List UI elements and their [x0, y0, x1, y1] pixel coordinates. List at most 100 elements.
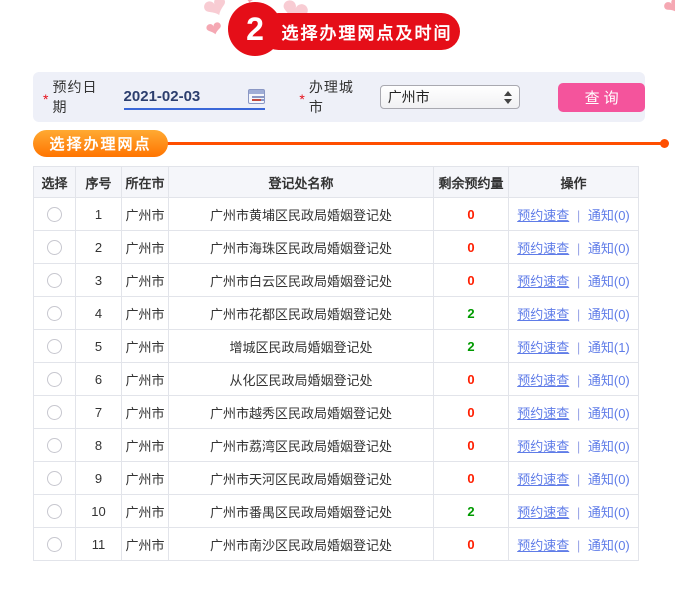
row-city: 广州市 [121, 296, 169, 330]
quick-check-link[interactable]: 预约速查 [517, 208, 569, 223]
date-label: 预约日期 [52, 79, 98, 115]
table-row: 2 广州市 广州市海珠区民政局婚姻登记处 0 预约速查 | 通知(0) [33, 230, 639, 264]
quick-check-link[interactable]: 预约速查 [517, 340, 569, 355]
notice-link[interactable]: 通知(0) [588, 439, 630, 454]
link-separator: | [576, 339, 581, 355]
link-separator: | [576, 471, 581, 487]
registry-name: 增城区民政局婚姻登记处 [168, 329, 434, 363]
row-number: 9 [75, 461, 122, 495]
branch-table: 选择 序号 所在市 登记处名称 剩余预约量 操作 1 广州市 广州市黄埔区民政局… [33, 166, 639, 561]
quick-check-link[interactable]: 预约速查 [517, 505, 569, 520]
branch-radio[interactable] [47, 504, 62, 520]
table-row: 7 广州市 广州市越秀区民政局婚姻登记处 0 预约速查 | 通知(0) [33, 395, 639, 429]
link-separator: | [576, 273, 581, 289]
section-divider-dot [660, 139, 669, 148]
table-body: 1 广州市 广州市黄埔区民政局婚姻登记处 0 预约速查 | 通知(0) 2 广州… [33, 197, 639, 561]
quick-check-link[interactable]: 预约速查 [517, 472, 569, 487]
city-select[interactable]: 广州市 [379, 85, 521, 109]
quick-check-link[interactable]: 预约速查 [517, 307, 569, 322]
branch-radio[interactable] [47, 240, 62, 256]
calendar-icon[interactable] [248, 88, 266, 104]
table-row: 1 广州市 广州市黄埔区民政局婚姻登记处 0 预约速查 | 通知(0) [33, 197, 639, 231]
step-title: 选择办理网点及时间 [260, 13, 460, 50]
row-number: 6 [75, 362, 122, 396]
branch-radio[interactable] [47, 273, 62, 289]
row-city: 广州市 [121, 428, 169, 462]
notice-link[interactable]: 通知(0) [588, 307, 630, 322]
remaining-count: 0 [467, 371, 475, 387]
link-separator: | [576, 306, 581, 322]
remaining-count: 2 [467, 338, 475, 354]
registry-name: 广州市海珠区民政局婚姻登记处 [168, 230, 434, 264]
branch-radio[interactable] [47, 372, 62, 388]
link-separator: | [576, 240, 581, 256]
notice-link[interactable]: 通知(0) [588, 505, 630, 520]
quick-check-link[interactable]: 预约速查 [517, 274, 569, 289]
branch-radio[interactable] [47, 471, 62, 487]
notice-link[interactable]: 通知(0) [588, 406, 630, 421]
remaining-count: 2 [467, 503, 475, 519]
quick-check-link[interactable]: 预约速查 [517, 439, 569, 454]
notice-link[interactable]: 通知(0) [588, 373, 630, 388]
quick-check-link[interactable]: 预约速查 [517, 373, 569, 388]
row-city: 广州市 [121, 494, 169, 528]
city-select-value: 广州市 [387, 89, 430, 105]
quick-check-link[interactable]: 预约速查 [517, 406, 569, 421]
row-city: 广州市 [121, 263, 169, 297]
table-row: 5 广州市 增城区民政局婚姻登记处 2 预约速查 | 通知(1) [33, 329, 639, 363]
select-arrows-icon [504, 90, 513, 104]
remaining-count: 0 [467, 404, 475, 420]
link-separator: | [576, 405, 581, 421]
notice-link[interactable]: 通知(0) [588, 208, 630, 223]
notice-link[interactable]: 通知(0) [588, 538, 630, 553]
quick-check-link[interactable]: 预约速查 [517, 241, 569, 256]
filter-bar: * 预约日期 * 办理城市 广州市 查询 [33, 72, 646, 122]
branch-radio[interactable] [47, 306, 62, 322]
registry-name: 广州市花都区民政局婚姻登记处 [168, 296, 434, 330]
query-button[interactable]: 查询 [558, 82, 646, 112]
quick-check-link[interactable]: 预约速查 [517, 538, 569, 553]
link-separator: | [576, 372, 581, 388]
table-row: 10 广州市 广州市番禺区民政局婚姻登记处 2 预约速查 | 通知(0) [33, 494, 639, 528]
row-number: 7 [75, 395, 122, 429]
registry-name: 广州市黄埔区民政局婚姻登记处 [168, 197, 434, 231]
section-header: 选择办理网点 [33, 130, 669, 158]
row-number: 2 [75, 230, 122, 264]
date-field[interactable] [123, 84, 266, 110]
table-row: 4 广州市 广州市花都区民政局婚姻登记处 2 预约速查 | 通知(0) [33, 296, 639, 330]
row-number: 11 [75, 527, 122, 561]
step-banner: ❤ ❤ ❤ ❤ ❤ 选择办理网点及时间 2 [0, 0, 675, 64]
header-remaining: 剩余预约量 [433, 166, 509, 198]
table-row: 9 广州市 广州市天河区民政局婚姻登记处 0 预约速查 | 通知(0) [33, 461, 639, 495]
table-header-row: 选择 序号 所在市 登记处名称 剩余预约量 操作 [33, 166, 639, 198]
notice-link[interactable]: 通知(0) [588, 472, 630, 487]
row-city: 广州市 [121, 197, 169, 231]
row-city: 广州市 [121, 527, 169, 561]
row-number: 8 [75, 428, 122, 462]
branch-radio[interactable] [47, 537, 62, 553]
branch-radio[interactable] [47, 438, 62, 454]
branch-radio[interactable] [47, 339, 62, 355]
notice-link[interactable]: 通知(0) [588, 274, 630, 289]
table-row: 11 广州市 广州市南沙区民政局婚姻登记处 0 预约速查 | 通知(0) [33, 527, 639, 561]
branch-radio[interactable] [47, 405, 62, 421]
row-number: 1 [75, 197, 122, 231]
registry-name: 广州市荔湾区民政局婚姻登记处 [168, 428, 434, 462]
remaining-count: 0 [467, 272, 475, 288]
notice-link[interactable]: 通知(0) [588, 241, 630, 256]
row-number: 10 [75, 494, 122, 528]
remaining-count: 0 [467, 206, 475, 222]
city-group: * 办理城市 广州市 [289, 77, 521, 117]
notice-link[interactable]: 通知(1) [588, 340, 630, 355]
heart-icon: ❤ [658, 0, 675, 22]
remaining-count: 0 [467, 536, 475, 552]
branch-radio[interactable] [47, 207, 62, 223]
header-operation: 操作 [508, 166, 639, 198]
header-name: 登记处名称 [168, 166, 434, 198]
link-separator: | [576, 504, 581, 520]
required-asterisk: * [299, 91, 305, 107]
date-input[interactable] [123, 87, 236, 105]
row-city: 广州市 [121, 230, 169, 264]
table-row: 8 广州市 广州市荔湾区民政局婚姻登记处 0 预约速查 | 通知(0) [33, 428, 639, 462]
step-number-badge: 2 [228, 2, 282, 56]
